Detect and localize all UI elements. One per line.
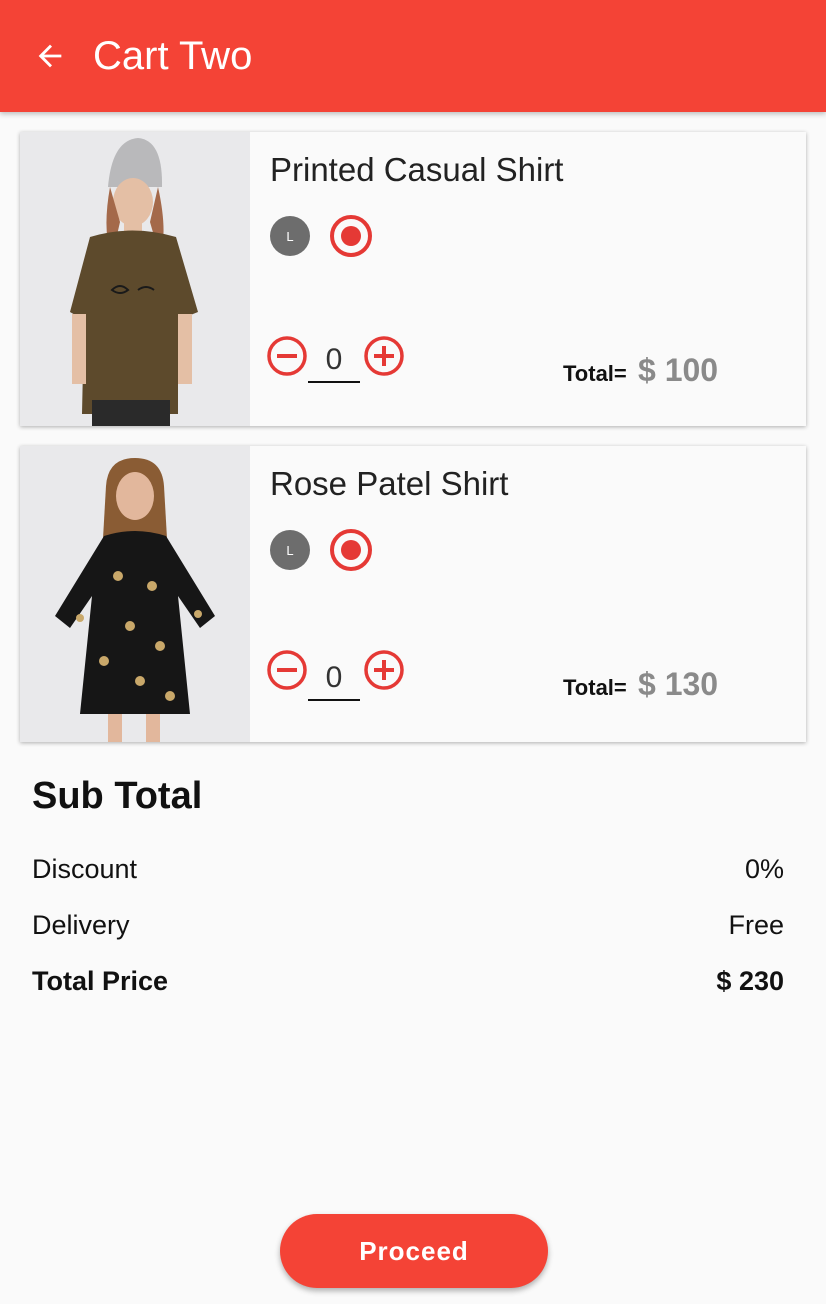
app-bar: Cart Two	[0, 0, 826, 112]
discount-label: Discount	[32, 853, 138, 884]
discount-value: 0%	[744, 853, 784, 884]
radio-button-checked-icon	[341, 226, 361, 246]
color-radio-button[interactable]	[330, 529, 372, 571]
delivery-row: Delivery Free	[32, 907, 784, 943]
size-chip[interactable]: L	[270, 530, 310, 570]
delivery-value: Free	[728, 909, 784, 940]
delivery-label: Delivery	[32, 909, 130, 940]
quantity-field[interactable]: 0	[308, 657, 360, 701]
page-title: Cart Two	[93, 34, 253, 78]
increase-quantity-button[interactable]	[363, 649, 405, 691]
increase-quantity-button[interactable]	[363, 335, 405, 377]
total-price-value: $ 230	[716, 965, 784, 996]
product-image[interactable]	[20, 132, 250, 426]
color-radio-button[interactable]	[330, 215, 372, 257]
size-chip[interactable]: L	[270, 216, 310, 256]
item-total-amount: $ 130	[638, 666, 719, 702]
subtotal-heading: Sub Total	[32, 775, 203, 817]
decrease-quantity-button[interactable]	[266, 649, 308, 691]
product-image[interactable]	[20, 446, 250, 742]
product-name: Printed Casual Shirt	[270, 151, 564, 188]
radio-button-checked-icon	[341, 540, 361, 560]
cart-item-card: Printed Casual Shirt L 0 Total= $ 100	[20, 132, 806, 426]
total-price-row: Total Price $ 230	[32, 963, 784, 999]
total-price-label: Total Price	[32, 965, 169, 996]
discount-row: Discount 0%	[32, 851, 784, 887]
decrease-quantity-button[interactable]	[266, 335, 308, 377]
back-button[interactable]	[30, 36, 70, 76]
product-name: Rose Patel Shirt	[270, 465, 509, 502]
cart-item-card: Rose Patel Shirt L 0 Total= $ 130	[20, 446, 806, 742]
item-total-label: Total=	[563, 675, 627, 700]
quantity-field[interactable]: 0	[308, 339, 360, 383]
arrow-back-icon	[38, 44, 62, 68]
proceed-button[interactable]: Proceed	[280, 1214, 548, 1288]
item-total-label: Total=	[563, 361, 627, 386]
item-total-amount: $ 100	[638, 352, 719, 388]
